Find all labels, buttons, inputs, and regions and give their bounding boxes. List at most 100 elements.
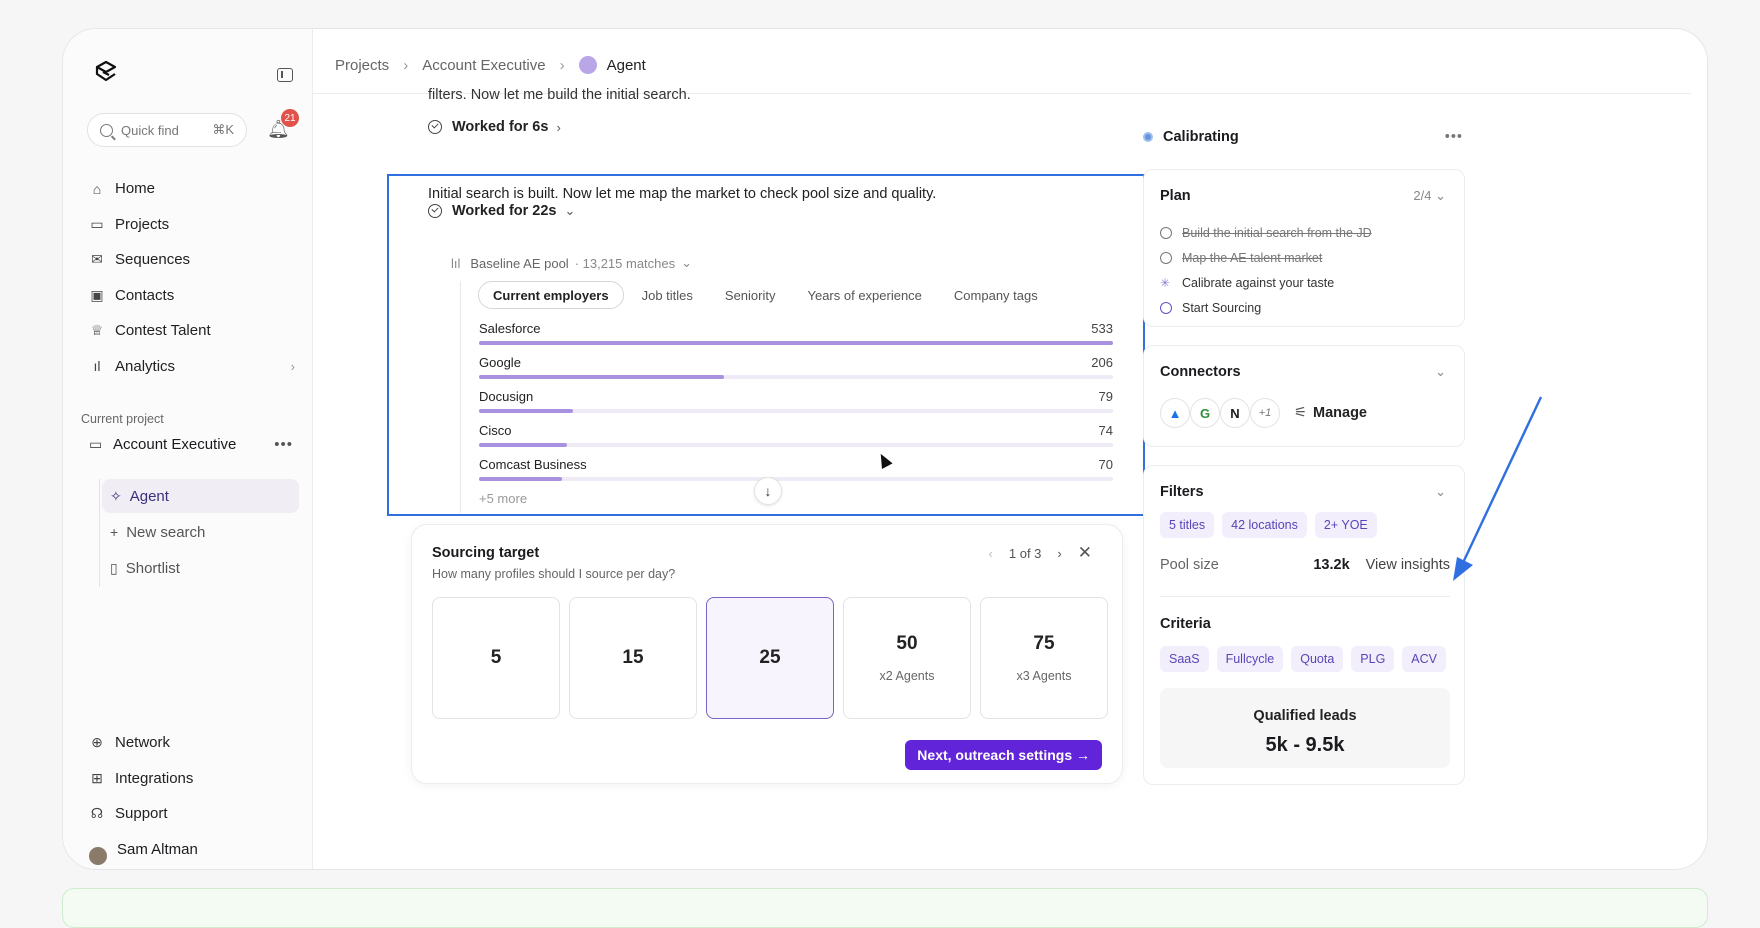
filter-chip[interactable]: 2+ YOE — [1314, 512, 1377, 538]
worked-for-6s-toggle[interactable]: Worked for 6s › — [428, 119, 561, 135]
divider — [1160, 596, 1450, 597]
quick-find-input[interactable]: Quick find ⌘K — [87, 113, 247, 147]
nav-network[interactable]: ⊕ Network — [89, 725, 299, 761]
filters-title: Filters — [1160, 484, 1204, 500]
pager-count: 1 of 3 — [1008, 545, 1042, 561]
plan-item-label: Build the initial search from the JD — [1182, 225, 1372, 240]
sourcing-option-5[interactable]: 5 — [432, 597, 560, 719]
grid-icon: ⊞ — [91, 769, 103, 786]
more-connectors-badge[interactable]: +1 — [1250, 398, 1280, 428]
breadcrumb-projects[interactable]: Projects — [335, 57, 389, 74]
chevron-down-icon: ⌄ — [1435, 188, 1446, 203]
project-account-executive[interactable]: ▭ Account Executive ••• — [89, 427, 293, 461]
plan-item: Start Sourcing — [1160, 295, 1372, 320]
employer-count: 74 — [1098, 423, 1113, 438]
employer-bar-row: Cisco 74 — [479, 419, 1113, 453]
sparkle-icon: ✧ — [110, 487, 122, 504]
employer-name: Cisco — [479, 423, 512, 438]
plan-item: ✳ Calibrate against your taste — [1160, 270, 1372, 295]
employer-bar-row: Docusign 79 — [479, 385, 1113, 419]
sourcing-options: 5 15 25 50 x2 Agents 75 x3 Agents — [432, 597, 1117, 719]
thread-line — [460, 281, 461, 513]
check-circle-icon — [1160, 251, 1172, 264]
tab-job-titles[interactable]: Job titles — [628, 281, 707, 309]
nav-analytics[interactable]: ıl Analytics › — [89, 349, 299, 385]
tab-current-employers[interactable]: Current employers — [478, 281, 624, 309]
bar-track — [479, 341, 1113, 345]
chevron-down-icon[interactable]: ⌄ — [1435, 364, 1446, 380]
search-icon — [100, 123, 113, 137]
next-outreach-settings-button[interactable]: Next, outreach settings → — [905, 740, 1102, 770]
chevron-right-icon: › — [556, 119, 561, 135]
more-options-icon[interactable]: ••• — [274, 436, 293, 453]
manage-connectors-button[interactable]: ⚟ Manage — [1294, 405, 1367, 421]
google-drive-icon[interactable]: ▲ — [1160, 398, 1190, 428]
bar-track — [479, 477, 1113, 481]
sourcing-target-card: Sourcing target How many profiles should… — [411, 524, 1123, 784]
breadcrumb-agent[interactable]: Agent — [578, 56, 646, 74]
close-icon[interactable]: ✕ — [1078, 543, 1092, 563]
plan-progress[interactable]: 2/4 ⌄ — [1413, 188, 1446, 204]
breadcrumb-account-executive[interactable]: Account Executive — [422, 57, 545, 74]
criteria-chip[interactable]: Quota — [1291, 646, 1344, 672]
nav-contacts[interactable]: ▣ Contacts — [89, 278, 299, 314]
sourcing-option-25[interactable]: 25 — [706, 597, 834, 719]
chevron-right-icon: › — [559, 56, 565, 74]
shortcut-hint: ⌘K — [212, 122, 234, 137]
globe-icon: ⊕ — [91, 734, 103, 751]
tab-seniority[interactable]: Seniority — [711, 281, 790, 309]
greenhouse-icon[interactable]: G — [1190, 398, 1220, 428]
bar-fill — [479, 341, 1113, 345]
qualified-leads-box: Qualified leads 5k - 9.5k — [1160, 688, 1450, 768]
pool-size-row: Pool size 13.2k View insights — [1160, 557, 1450, 573]
chevron-right-icon[interactable]: › — [1057, 546, 1061, 561]
card-subtitle: How many profiles should I source per da… — [432, 567, 676, 581]
subnav-agent[interactable]: ✧ Agent — [102, 479, 299, 513]
nav-sequences[interactable]: ✉ Sequences — [89, 242, 299, 278]
bar-fill — [479, 409, 573, 413]
criteria-chip[interactable]: ACV — [1402, 646, 1446, 672]
employer-name: Salesforce — [479, 321, 541, 336]
employer-count: 79 — [1098, 389, 1113, 404]
baseline-pool-toggle[interactable]: lıl Baseline AE pool · 13,215 matches ⌄ — [451, 255, 692, 271]
show-more-link[interactable]: +5 more — [479, 491, 527, 506]
sliders-icon: ⚟ — [1294, 405, 1307, 421]
subnav-shortlist[interactable]: ▯ Shortlist — [102, 551, 299, 585]
option-note: x3 Agents — [1016, 669, 1072, 683]
sourcing-option-15[interactable]: 15 — [569, 597, 697, 719]
headset-icon: ☊ — [90, 805, 104, 822]
view-insights-link[interactable]: View insights — [1366, 557, 1450, 573]
bar-chart-icon: ıl — [93, 358, 101, 375]
plan-title: Plan — [1160, 188, 1191, 204]
nav-contest-talent[interactable]: ♕ Contest Talent — [89, 313, 299, 349]
criteria-chip[interactable]: PLG — [1351, 646, 1395, 672]
filter-chip[interactable]: 42 locations — [1222, 512, 1307, 538]
employer-bar-row: Comcast Business 70 — [479, 453, 1113, 487]
scroll-down-button[interactable]: ↓ — [754, 477, 782, 505]
filter-chips: 5 titles 42 locations 2+ YOE — [1160, 512, 1385, 538]
sourcing-option-75[interactable]: 75 x3 Agents — [980, 597, 1108, 719]
tab-company-tags[interactable]: Company tags — [940, 281, 1052, 309]
app-logo-icon[interactable] — [93, 59, 119, 85]
nav-projects[interactable]: ▭ Projects — [89, 207, 299, 243]
sourcing-option-50[interactable]: 50 x2 Agents — [843, 597, 971, 719]
nav-support[interactable]: ☊ Support — [89, 796, 299, 832]
avatar — [89, 846, 107, 865]
collapse-sidebar-icon[interactable] — [277, 68, 293, 82]
filter-chip[interactable]: 5 titles — [1160, 512, 1215, 538]
nav-home[interactable]: ⌂ Home — [89, 171, 299, 207]
filters-panel: Filters ⌄ 5 titles 42 locations 2+ YOE Poo… — [1143, 465, 1465, 785]
notion-icon[interactable]: N — [1220, 398, 1250, 428]
chevron-left-icon[interactable]: ‹ — [989, 546, 993, 561]
connectors-panel: Connectors ⌄ ▲ G N +1 ⚟ Manage — [1143, 345, 1465, 447]
tab-years-of-experience[interactable]: Years of experience — [793, 281, 935, 309]
option-value: 15 — [622, 647, 644, 668]
worked-for-22s-toggle[interactable]: Worked for 22s ⌄ — [428, 203, 575, 219]
user-menu[interactable]: Sam Altman — [89, 832, 299, 868]
more-options-icon[interactable]: ••• — [1445, 129, 1463, 145]
subnav-new-search[interactable]: + New search — [102, 515, 299, 549]
criteria-chip[interactable]: Fullcycle — [1216, 646, 1284, 672]
criteria-chip[interactable]: SaaS — [1160, 646, 1209, 672]
employer-bar-row: Salesforce 533 — [479, 317, 1113, 351]
nav-integrations[interactable]: ⊞ Integrations — [89, 761, 299, 797]
